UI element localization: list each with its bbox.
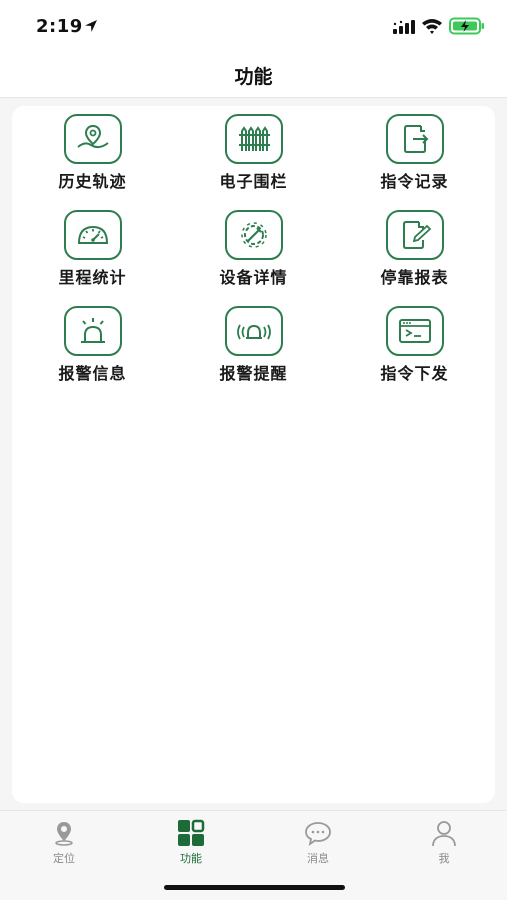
battery-charging-icon <box>449 17 484 35</box>
grid-apps-icon <box>178 819 205 846</box>
alarm-light-icon <box>63 306 122 356</box>
user-icon <box>432 821 456 847</box>
feature-label: 停靠报表 <box>380 268 449 287</box>
status-bar: 2:19 <box>0 0 507 50</box>
feature-label: 指令下发 <box>380 364 449 383</box>
feature-label: 设备详情 <box>219 268 288 287</box>
location-arrow-icon <box>85 20 97 32</box>
feature-stop-report[interactable]: 停靠报表 <box>334 202 495 298</box>
document-pencil-icon <box>385 210 444 260</box>
speedometer-icon <box>63 210 122 260</box>
feature-label: 指令记录 <box>380 172 449 191</box>
tab-label: 消息 <box>307 852 329 865</box>
fence-icon <box>224 114 283 164</box>
feature-geofence[interactable]: 电子围栏 <box>173 106 334 202</box>
tab-me[interactable]: 我 <box>409 819 479 871</box>
terminal-icon <box>385 306 444 356</box>
feature-label: 报警提醒 <box>219 364 288 383</box>
feature-label: 电子围栏 <box>219 172 288 191</box>
features-grid: 历史轨迹 电子围栏 指令记录 里程统计 设备详情 停靠报表 报警信息 报警提醒 … <box>12 106 495 394</box>
feature-mileage-stats[interactable]: 里程统计 <box>12 202 173 298</box>
command-record-icon <box>385 114 444 164</box>
tab-label: 功能 <box>180 852 202 865</box>
map-pin-track-icon <box>63 114 122 164</box>
chat-bubble-icon <box>305 822 331 847</box>
wifi-icon <box>422 19 442 34</box>
tab-label: 我 <box>438 852 450 865</box>
feature-label: 里程统计 <box>58 268 127 287</box>
feature-device-details[interactable]: 设备详情 <box>173 202 334 298</box>
features-card: 历史轨迹 电子围栏 指令记录 里程统计 设备详情 停靠报表 报警信息 报警提醒 … <box>12 106 495 803</box>
feature-history-track[interactable]: 历史轨迹 <box>12 106 173 202</box>
tab-messages[interactable]: 消息 <box>283 819 353 871</box>
status-time: 2:19 <box>36 16 83 37</box>
cellular-signal-icon <box>393 20 415 34</box>
feature-alarm-reminder[interactable]: 报警提醒 <box>173 298 334 394</box>
tab-functions[interactable]: 功能 <box>156 819 226 871</box>
feature-label: 历史轨迹 <box>58 172 127 191</box>
alarm-bell-waves-icon <box>224 306 283 356</box>
app-screen: 2:19 功能 历史轨迹 电子围栏 指令记录 里程统计 设备详情 停靠报表 报警… <box>0 0 507 900</box>
tab-label: 定位 <box>53 852 75 865</box>
feature-command-record[interactable]: 指令记录 <box>334 106 495 202</box>
page-title: 功能 <box>234 66 273 88</box>
nav-bar: 功能 <box>0 50 507 98</box>
tab-location[interactable]: 定位 <box>29 819 99 871</box>
feature-command-send[interactable]: 指令下发 <box>334 298 495 394</box>
home-indicator[interactable] <box>164 885 345 890</box>
gear-wrench-icon <box>224 210 283 260</box>
feature-alarm-info[interactable]: 报警信息 <box>12 298 173 394</box>
feature-label: 报警信息 <box>58 364 127 383</box>
location-pin-icon <box>55 822 73 846</box>
